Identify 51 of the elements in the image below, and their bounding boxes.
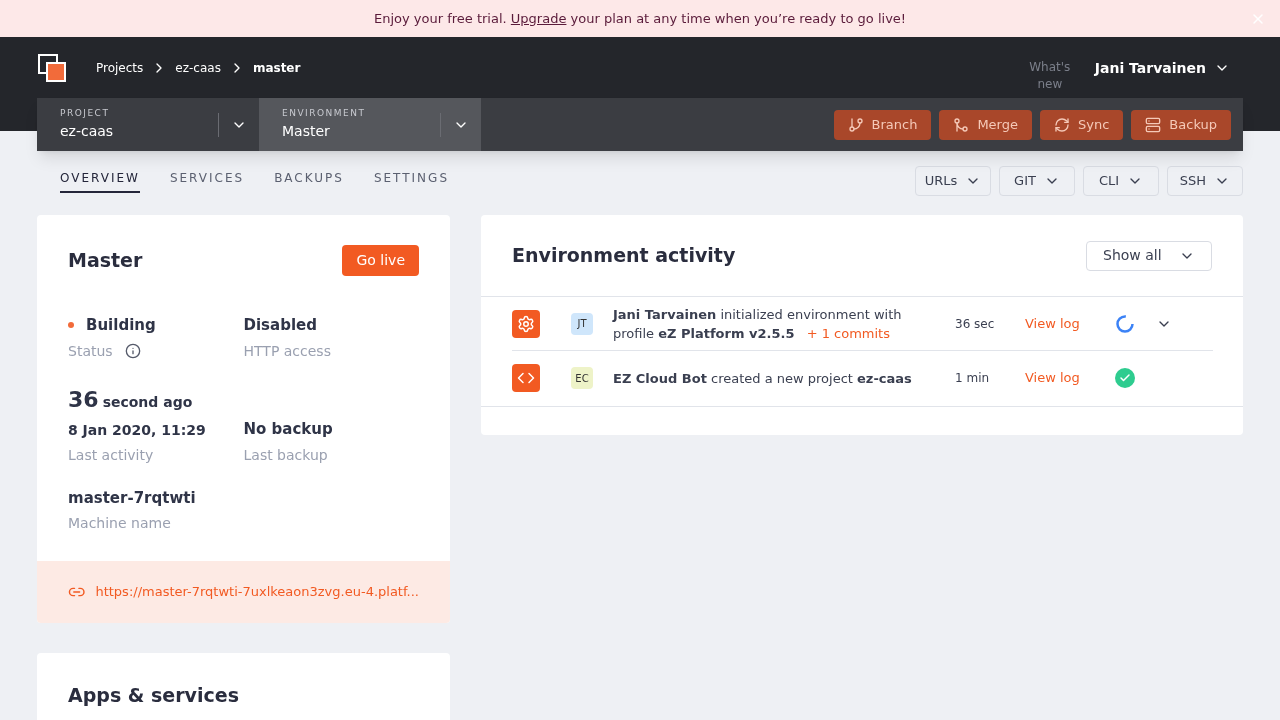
field-label: Status	[68, 341, 113, 361]
avatar-initials: EC	[571, 367, 593, 389]
activity-unit: second ago	[102, 392, 193, 412]
merge-icon	[953, 116, 970, 133]
activity-text: Jani Tarvainen initialized environment with profile eZ Platform v2.5.5 + 1 commits	[613, 305, 903, 343]
field-value: master-7rqtwti	[68, 487, 197, 509]
nav-tab[interactable]: SERVICES	[169, 169, 245, 193]
avatar-initials: JT	[571, 312, 593, 335]
breadcrumb-link[interactable]: master	[252, 59, 301, 77]
menu-dropdown[interactable]: URLs	[915, 166, 991, 196]
activity-time: 1 min	[955, 370, 991, 387]
field-label: Machine name	[68, 514, 172, 533]
nav-tab[interactable]: OVERVIEW	[60, 169, 140, 193]
action-button[interactable]: Branch	[833, 109, 932, 140]
field-label: Last activity	[68, 445, 155, 465]
whats-new-link[interactable]: What's new	[1024, 59, 1075, 93]
action-button[interactable]: Merge	[939, 109, 1032, 140]
gear-icon	[512, 309, 540, 338]
field-value: No backup	[243, 419, 334, 440]
branch-icon	[847, 116, 864, 133]
card-title: Apps & services	[68, 683, 240, 708]
sync-icon	[1054, 116, 1070, 133]
field-label: HTTP access	[243, 341, 332, 361]
menu-dropdown[interactable]: SSH	[1167, 166, 1243, 196]
selector-dropdown[interactable]: PROJECT ez-caas	[37, 98, 259, 151]
card-title: Environment activity	[512, 243, 736, 269]
selector-dropdown[interactable]: ENVIRONMENT Master	[259, 98, 481, 151]
breadcrumb-link[interactable]: Projects	[96, 59, 144, 77]
logo-icon[interactable]	[38, 54, 66, 82]
activity-text: EZ Cloud Bot created a new project ez-caas	[613, 369, 913, 388]
menu-dropdown[interactable]: CLI	[1083, 166, 1159, 196]
card-title: Master	[68, 248, 143, 274]
banner-text: Enjoy your free trial. Upgrade your plan at any time when you’re ready to go live!	[373, 9, 907, 28]
field-value: Disabled	[243, 315, 318, 336]
activity-date: 8 Jan 2020, 11:29	[68, 420, 207, 440]
code-icon	[512, 364, 540, 392]
filter-dropdown[interactable]: Show all	[1086, 240, 1212, 271]
action-button[interactable]: Backup	[1131, 109, 1231, 140]
status-value: Building	[86, 315, 156, 336]
field-label: Last backup	[243, 445, 329, 465]
menu-dropdown[interactable]: GIT	[999, 166, 1075, 196]
activity-count: 36	[68, 385, 99, 414]
activity-time: 36 sec	[955, 315, 996, 333]
action-button[interactable]: Sync	[1040, 109, 1124, 140]
breadcrumb-link[interactable]: ez-caas	[175, 59, 221, 77]
server-icon	[1145, 116, 1162, 133]
nav-tab[interactable]: SETTINGS	[373, 169, 449, 193]
info-icon[interactable]	[124, 342, 141, 359]
user-menu[interactable]: Jani Tarvainen	[1094, 57, 1230, 79]
nav-tab[interactable]: BACKUPS	[274, 169, 344, 193]
upgrade-link[interactable]: Upgrade	[510, 10, 567, 26]
